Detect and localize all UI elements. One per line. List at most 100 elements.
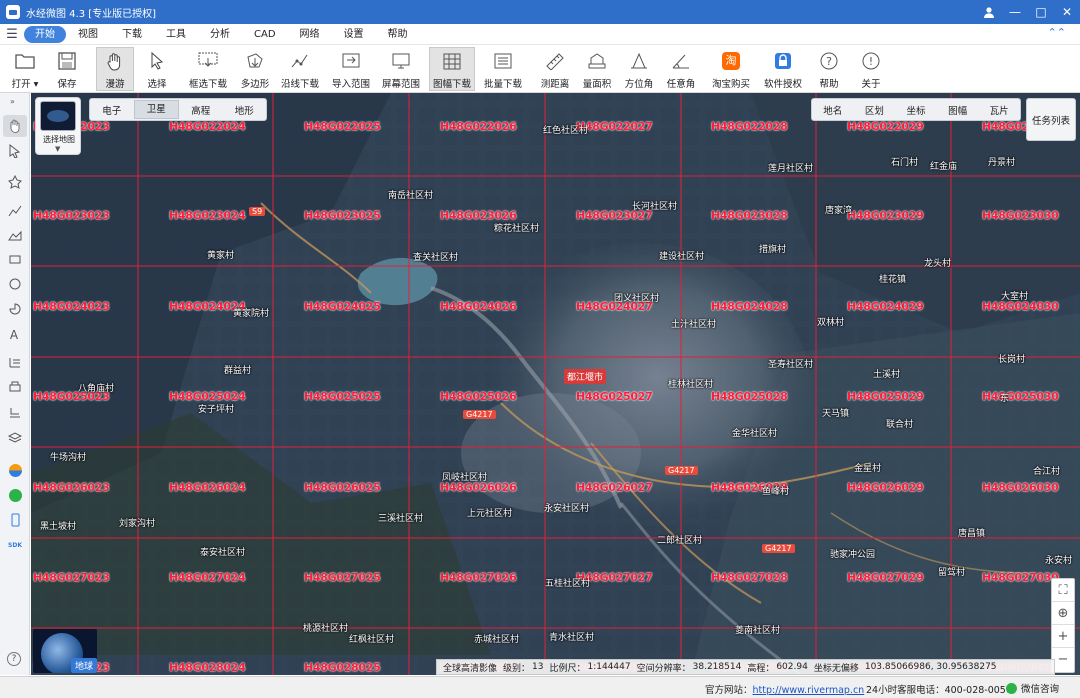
user-icon[interactable]: [976, 0, 1002, 24]
collapse-ribbon-icon[interactable]: ⌃⌃: [1048, 26, 1066, 39]
menu-item-analysis[interactable]: 分析: [198, 26, 242, 43]
place-label: 建设社区村: [659, 252, 705, 262]
menu-item-download[interactable]: 下载: [110, 26, 154, 43]
any-angle-button[interactable]: 任意角: [665, 47, 697, 91]
help-icon: ?: [817, 49, 841, 73]
polyline-tool-icon[interactable]: [3, 200, 27, 222]
open-button[interactable]: 打开 ▾: [8, 47, 42, 91]
sheet-label: H48G022025: [304, 120, 381, 133]
select-button[interactable]: 选择: [142, 47, 172, 91]
select-label: 选择: [147, 79, 167, 90]
select-tool-icon[interactable]: [3, 140, 27, 162]
profile-tool-icon[interactable]: [3, 401, 27, 423]
map-type-satellite[interactable]: 卫星: [133, 100, 179, 119]
map-type-elevation[interactable]: 高程: [179, 103, 223, 117]
place-label: 青水社区村: [549, 633, 595, 643]
help-circle-icon[interactable]: ?: [7, 652, 21, 666]
place-label: 双林村: [817, 318, 845, 328]
maximize-icon[interactable]: □: [1028, 0, 1054, 24]
share-app-icon[interactable]: [3, 484, 27, 506]
save-button[interactable]: 保存: [52, 47, 82, 91]
menu-item-tools[interactable]: 工具: [154, 26, 198, 43]
azimuth-button[interactable]: 方位角: [623, 47, 655, 91]
expand-panel-icon[interactable]: »: [10, 97, 15, 106]
overlay-place-names[interactable]: 地名: [812, 103, 854, 117]
close-icon[interactable]: ✕: [1054, 0, 1080, 24]
circle-tool-icon[interactable]: [3, 273, 27, 295]
weather-app-icon[interactable]: [3, 459, 27, 481]
text-tool-icon[interactable]: A: [3, 323, 27, 345]
place-label: 泰安社区村: [200, 548, 246, 558]
place-label: 红色社区村: [543, 126, 589, 136]
locate-icon[interactable]: ⊕: [1052, 602, 1074, 625]
sheet-label: H48G024023: [33, 300, 110, 313]
road-shield: G4217: [665, 466, 698, 475]
measure-distance-button[interactable]: 测距离: [539, 47, 571, 91]
screen-range-label: 屏幕范围: [381, 79, 420, 90]
taobao-buy-button[interactable]: 淘 淘宝购买: [711, 47, 751, 91]
wechat-label: 微信咨询: [1021, 684, 1060, 695]
map-view[interactable]: H48G022023H48G022024H48G022025H48G022026…: [31, 93, 1080, 675]
place-label: 长河社区村: [632, 202, 678, 212]
measure-area-button[interactable]: 量面积: [581, 47, 613, 91]
place-label: 桃源社区村: [303, 624, 349, 634]
task-list-button[interactable]: 任务列表: [1026, 98, 1076, 141]
marker-tool-icon[interactable]: [3, 171, 27, 193]
globe-view-button[interactable]: 地球: [33, 629, 97, 673]
menu-item-view[interactable]: 视图: [66, 26, 110, 43]
wechat-consult-button[interactable]: 微信咨询: [1006, 681, 1059, 695]
box-download-icon: [196, 49, 220, 73]
overlay-sheets[interactable]: 图幅: [937, 103, 979, 117]
import-range-button[interactable]: 导入范围: [331, 47, 371, 91]
overlay-tiles[interactable]: 瓦片: [978, 103, 1020, 117]
menu-item-cad[interactable]: CAD: [242, 26, 288, 43]
polygon-download-icon: [243, 49, 267, 73]
line-download-button[interactable]: 沿线下载: [280, 47, 320, 91]
menu-item-start[interactable]: 开始: [24, 25, 66, 43]
pan-button[interactable]: 漫游: [96, 47, 134, 91]
map-type-electronic[interactable]: 电子: [90, 103, 134, 117]
overlay-coordinates[interactable]: 坐标: [895, 103, 937, 117]
sector-tool-icon[interactable]: [3, 298, 27, 320]
zoom-in-button[interactable]: +: [1052, 625, 1074, 648]
taobao-icon: 淘: [719, 49, 743, 73]
save-icon: [55, 49, 79, 73]
screen-range-button[interactable]: 屏幕范围: [381, 47, 421, 91]
print-tool-icon[interactable]: [3, 376, 27, 398]
sheet-label: H48G023024: [169, 209, 246, 222]
place-label: 菱南社区村: [735, 626, 781, 636]
website-link[interactable]: http://www.rivermap.cn: [753, 685, 865, 696]
sdk-icon[interactable]: SDK: [3, 534, 27, 556]
fullscreen-icon[interactable]: ⛶: [1052, 579, 1074, 602]
map-type-terrain[interactable]: 地形: [223, 103, 267, 117]
mobile-app-icon[interactable]: [3, 509, 27, 531]
place-label: 圣寿社区村: [768, 360, 814, 370]
polygon-download-button[interactable]: 多边形: [240, 47, 270, 91]
minimize-icon[interactable]: —: [1002, 0, 1028, 24]
zoom-out-button[interactable]: −: [1052, 648, 1074, 671]
layer-tool-icon[interactable]: [3, 426, 27, 448]
help-button[interactable]: ? 帮助: [815, 47, 843, 91]
window-title: 水经微图 4.3 [专业版已授权]: [26, 8, 157, 20]
map-layer-switcher[interactable]: 选择地图 ▼: [35, 97, 81, 155]
about-button[interactable]: ! 关于: [857, 47, 885, 91]
sheet-label: H48G023025: [304, 209, 381, 222]
hamburger-menu-icon[interactable]: ☰: [0, 27, 24, 42]
coord-offset-label: 坐标无偏移: [813, 663, 859, 674]
sheet-download-button[interactable]: 图幅下载: [429, 47, 475, 91]
place-label: 土汁社区村: [671, 320, 717, 330]
area-tool-icon[interactable]: [3, 224, 27, 246]
menu-item-network[interactable]: 网络: [288, 26, 332, 43]
menu-item-settings[interactable]: 设置: [332, 26, 376, 43]
license-button[interactable]: 软件授权: [763, 47, 803, 91]
box-download-button[interactable]: 框选下载: [188, 47, 228, 91]
place-label: 永安社区村: [544, 504, 590, 514]
menu-item-help[interactable]: 帮助: [376, 26, 420, 43]
overlay-districts[interactable]: 区划: [854, 103, 896, 117]
sheet-label: H48G023029: [847, 209, 924, 222]
sheet-label: H48G026024: [169, 481, 246, 494]
elevation-tool-icon[interactable]: [3, 351, 27, 373]
batch-download-button[interactable]: 批量下载: [483, 47, 523, 91]
pan-tool-icon[interactable]: [3, 115, 27, 137]
rectangle-tool-icon[interactable]: [3, 248, 27, 270]
